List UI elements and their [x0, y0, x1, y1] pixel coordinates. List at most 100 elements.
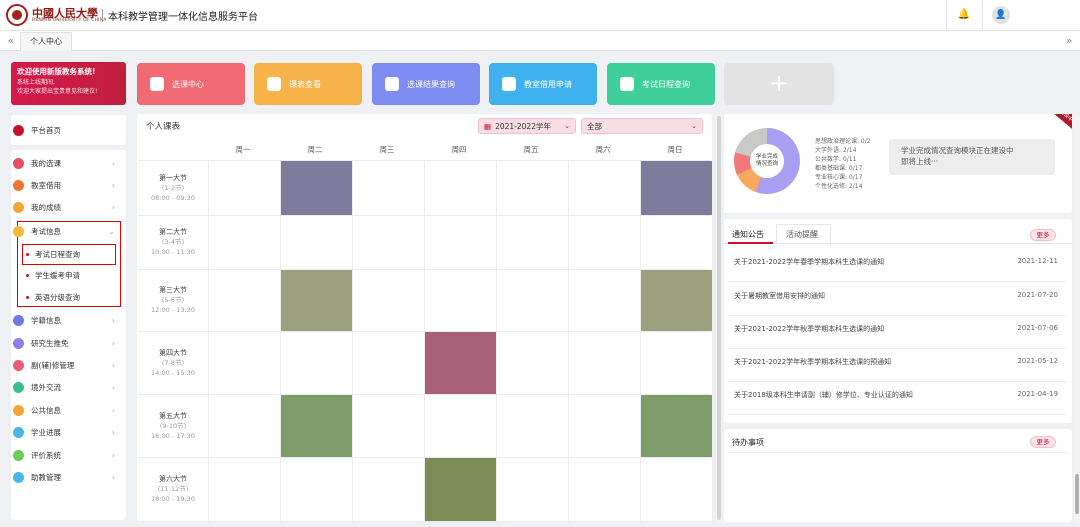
- sidebar-item-label: 学业进展: [31, 427, 61, 437]
- tab-activities[interactable]: 活动提醒: [786, 229, 818, 240]
- subitem-label: 英语分级查询: [35, 293, 80, 302]
- notice-item[interactable]: 关于2021-2022学年秋季学期本科生选课的预通知 2021-05-12: [734, 357, 1058, 369]
- sidebar-item-2[interactable]: 我的成绩 ›: [13, 197, 121, 217]
- donut-label-line1: 学业完成: [755, 154, 778, 160]
- shortcut-tile-2[interactable]: 选课结果查询: [372, 63, 480, 105]
- sidebar-item-4[interactable]: 学籍信息 ›: [13, 310, 121, 330]
- tab-scroll-right-icon[interactable]: »: [1062, 32, 1076, 49]
- menu-icon: [13, 314, 24, 326]
- chevron-right-icon: ›: [111, 382, 115, 392]
- sidebar-item-label: 研究生推免: [31, 338, 69, 348]
- sidebar-item-10[interactable]: 评价系统 ›: [13, 445, 121, 465]
- sidebar-item-label: 我的成绩: [31, 202, 61, 212]
- notices-more-button[interactable]: 更多: [1030, 229, 1056, 241]
- shortcut-tile-3[interactable]: 教室借用申请: [489, 63, 597, 105]
- day-header: 周四: [451, 145, 467, 154]
- course-block[interactable]: [425, 332, 496, 394]
- sidebar-item-6[interactable]: 副(辅)修管理 ›: [13, 355, 121, 375]
- university-seal-icon: [6, 4, 28, 26]
- notice-item[interactable]: 关于2018级本科生申请副（辅）修学位、专业认证的通知 2021-04-19: [734, 390, 1058, 402]
- row-divider: [728, 315, 1066, 316]
- bell-icon[interactable]: 🔔: [957, 8, 971, 22]
- filter-select[interactable]: 全部 ⌄: [581, 118, 703, 134]
- sidebar-item-7[interactable]: 境外交流 ›: [13, 377, 121, 397]
- notice-title: 关于2018级本科生申请副（辅）修学位、专业认证的通知: [734, 391, 913, 399]
- welcome-line2: 欢迎大家提出宝贵意见和建议!: [17, 87, 98, 95]
- tab-bar: [0, 31, 1080, 51]
- sidebar-item-label: 教室借用: [31, 180, 61, 190]
- sidebar-item-1[interactable]: 教室借用 ›: [13, 175, 121, 195]
- chevron-right-icon: ›: [111, 450, 115, 460]
- legend-item: 思想政治理论课: 0/2: [815, 138, 871, 145]
- shortcut-tile-1[interactable]: 课表查看: [254, 63, 362, 105]
- sidebar-item-label: 考试信息: [31, 226, 61, 236]
- chevron-down-icon: ⌄: [108, 226, 115, 236]
- chevron-right-icon: ›: [111, 427, 115, 437]
- corner-ribbon: 建设中: [1040, 114, 1072, 134]
- user-avatar-icon[interactable]: 👤: [992, 6, 1010, 24]
- menu-icon: [13, 426, 24, 438]
- course-block[interactable]: [281, 270, 352, 331]
- row-divider: [728, 414, 1066, 415]
- sidebar-item-home[interactable]: 平台首页: [13, 120, 121, 140]
- grid-line: [712, 160, 713, 521]
- chevron-right-icon: ›: [111, 360, 115, 370]
- header-divider: [946, 0, 947, 31]
- period-range: (9-10节): [159, 421, 187, 430]
- notice-item[interactable]: 关于2021-2022学年春季学期本科生选课的通知 2021-12-11: [734, 257, 1058, 269]
- sidebar-item-0[interactable]: 我的选课 ›: [13, 153, 121, 173]
- notice-date: 2021-04-19: [1017, 390, 1058, 398]
- todo-more-button[interactable]: 更多: [1030, 436, 1056, 448]
- sidebar-item-3[interactable]: 考试信息 ⌄: [13, 221, 121, 241]
- shortcut-tile-4[interactable]: 考试日程查询: [607, 63, 715, 105]
- row-divider: [728, 281, 1066, 282]
- tab-scroll-left-icon[interactable]: «: [4, 32, 18, 49]
- dev-line2: 即将上线···: [901, 157, 939, 166]
- tab-notices[interactable]: 通知公告: [732, 229, 764, 240]
- course-block[interactable]: [425, 458, 496, 521]
- course-block[interactable]: [641, 270, 712, 331]
- sidebar-item-8[interactable]: 公共信息 ›: [13, 400, 121, 420]
- menu-icon: [13, 225, 24, 237]
- sidebar-item-label: 公共信息: [31, 405, 61, 415]
- menu-icon: [13, 449, 24, 461]
- legend-item: 个性化选修: 2/14: [815, 183, 863, 190]
- course-block[interactable]: [281, 395, 352, 457]
- grid-line: [568, 160, 569, 521]
- period-range: (5-6节): [161, 296, 185, 304]
- notice-item[interactable]: 关于2021-2022学年秋季学期本科生选课的通知 2021-07-06: [734, 324, 1058, 336]
- sidebar-item-5[interactable]: 研究生推免 ›: [13, 333, 121, 353]
- shortcut-tile-0[interactable]: 选课中心: [137, 63, 245, 105]
- sidebar-item-label: 我的选课: [31, 158, 61, 168]
- under-construction-notice: 学业完成情况查询模块正在建设中 即将上线···: [889, 139, 1055, 175]
- exam-subitem-0[interactable]: 考试日程查询: [22, 245, 118, 264]
- course-block[interactable]: [281, 161, 352, 215]
- day-header: 周日: [667, 145, 683, 154]
- add-shortcut-button[interactable]: +: [724, 63, 834, 105]
- period-name: 第五大节: [159, 411, 187, 420]
- exam-subitem-1[interactable]: 学生缓考申请: [22, 266, 118, 285]
- tab-personal-center[interactable]: 个人中心: [20, 32, 72, 51]
- row-divider: [728, 381, 1066, 382]
- sidebar-item-9[interactable]: 学业进展 ›: [13, 422, 121, 442]
- course-block[interactable]: [641, 395, 712, 457]
- schedule-scrollbar[interactable]: [716, 114, 722, 522]
- tab-selected-indicator: [728, 242, 773, 244]
- notice-item[interactable]: 关于暑期教室借用安排的通知 2021-07-20: [734, 291, 1058, 303]
- select-course-icon: [150, 77, 164, 91]
- menu-icon: [13, 359, 24, 371]
- chevron-right-icon: ›: [111, 472, 115, 482]
- schedule-title: 个人课表: [146, 122, 181, 132]
- period-label: 第一大节 (1-2节) 08:00 - 09:30: [138, 173, 208, 203]
- sidebar-item-11[interactable]: 助教管理 ›: [13, 467, 121, 487]
- course-block[interactable]: [641, 161, 712, 215]
- row-divider: [728, 348, 1066, 349]
- term-select[interactable]: ▦ 2021-2022学年 ⌄: [478, 118, 576, 134]
- period-range: (7-8节): [161, 358, 185, 367]
- todo-divider: [728, 452, 1068, 453]
- welcome-banner: 欢迎使用新版教务系统! 系统上线期间, 欢迎大家提出宝贵意见和建议!: [11, 62, 126, 105]
- exam-subitem-2[interactable]: 英语分级查询: [22, 288, 118, 307]
- chevron-right-icon: ›: [111, 158, 115, 168]
- sidebar-item-label: 学籍信息: [31, 315, 61, 325]
- page-scrollbar[interactable]: [1074, 114, 1080, 522]
